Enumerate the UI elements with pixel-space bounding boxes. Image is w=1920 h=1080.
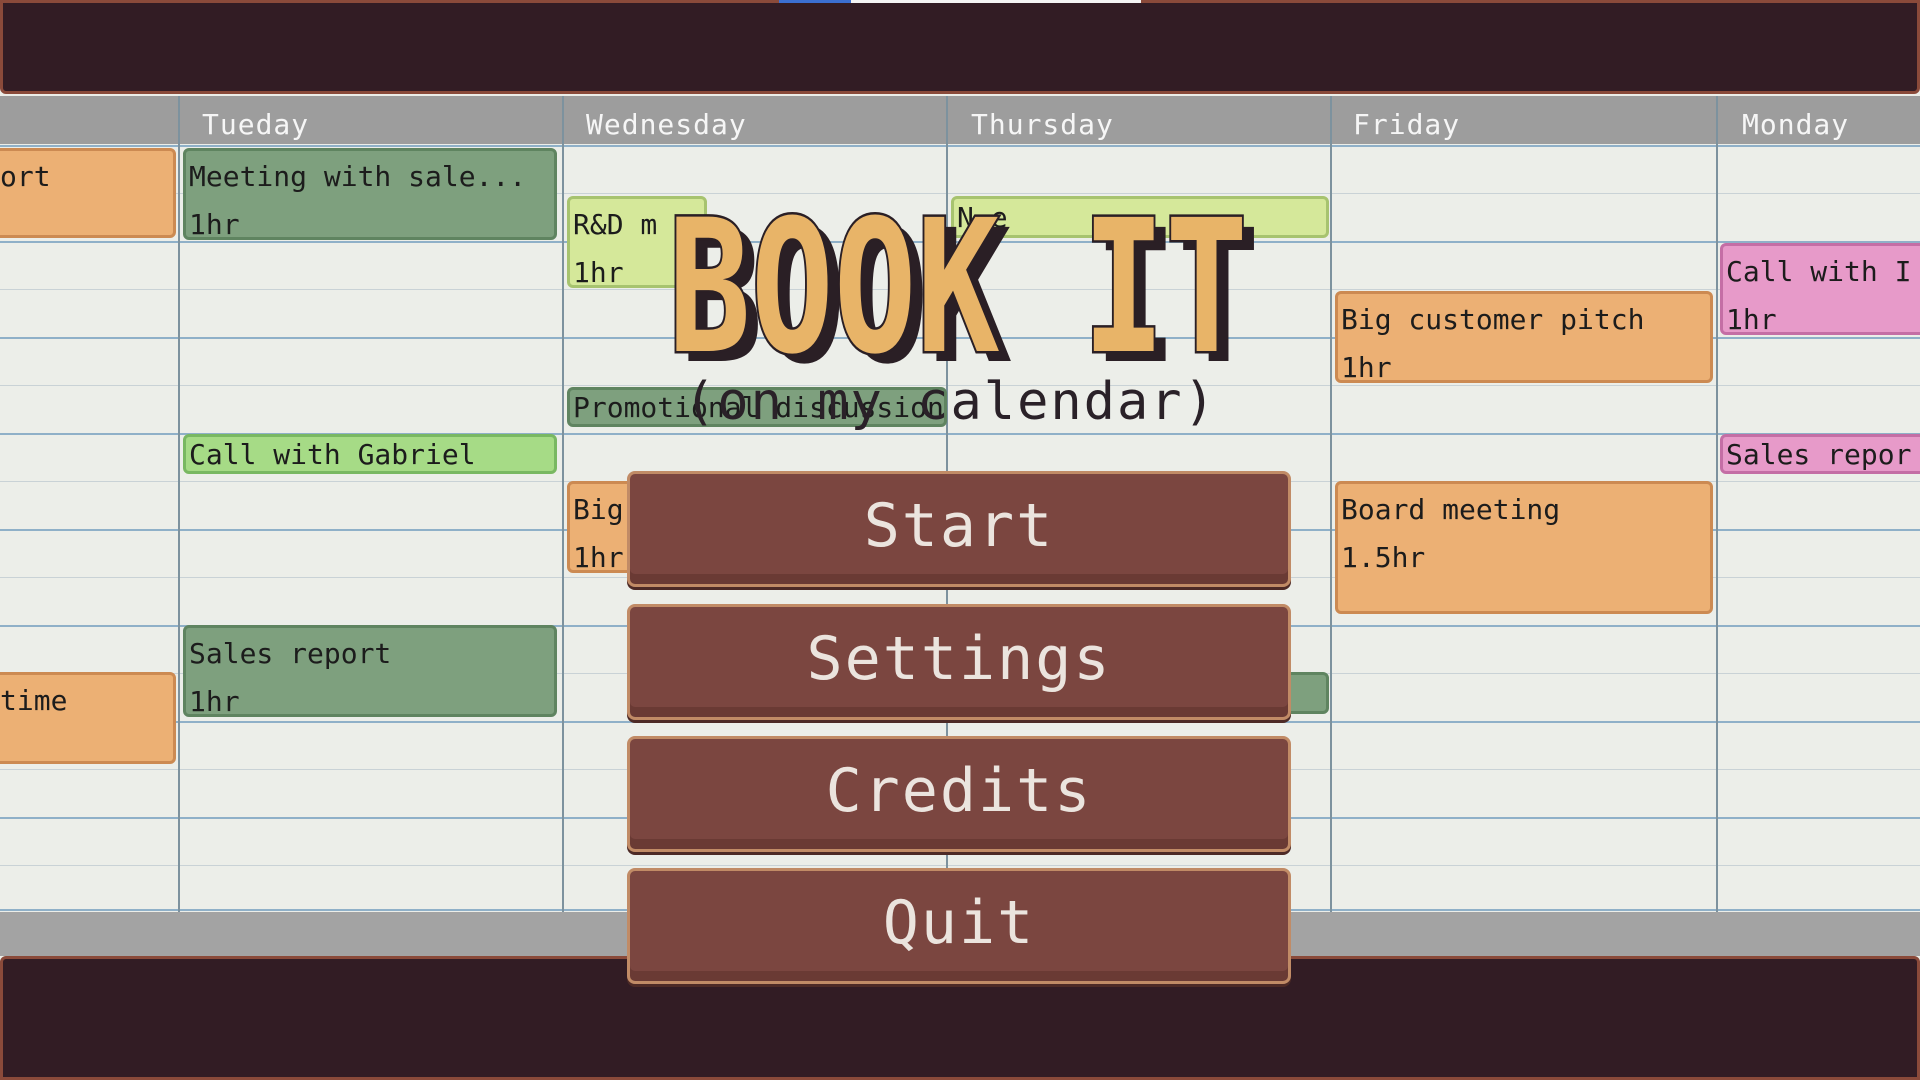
loading-progress-bar <box>779 0 1141 3</box>
event-title: Sales repor <box>1726 438 1912 471</box>
event-card[interactable]: Big customer pitch 1hr <box>1335 291 1713 383</box>
event-title: Big customer pitch <box>1341 303 1645 336</box>
event-card[interactable]: Meeting with sale... 1hr <box>183 148 557 240</box>
event-duration: 1.5hr <box>1341 541 1426 574</box>
progress-track <box>851 0 1141 3</box>
event-title: time <box>0 684 68 717</box>
event-title: ort <box>0 160 51 193</box>
event-card[interactable]: time <box>0 672 176 764</box>
quit-button[interactable]: Quit <box>627 868 1291 984</box>
event-title: Meeting with sale... <box>189 160 527 193</box>
day-header-thursday: Thursday <box>971 108 1114 141</box>
day-header-tuesday: Tueday <box>202 108 310 141</box>
event-card[interactable]: Call with Gabriel <box>183 434 557 474</box>
event-card[interactable]: Sales report 1hr <box>183 625 557 717</box>
progress-fill <box>779 0 851 3</box>
event-duration: 1hr <box>189 208 240 240</box>
event-duration: 1hr <box>1726 303 1777 335</box>
event-card[interactable]: Board meeting 1.5hr <box>1335 481 1713 614</box>
credits-button[interactable]: Credits <box>627 736 1291 852</box>
logo-title: BOOK IT <box>668 185 1248 375</box>
day-header-friday: Friday <box>1353 108 1461 141</box>
event-duration: 1hr <box>573 541 624 573</box>
day-header-monday: Monday <box>1742 108 1850 141</box>
start-button[interactable]: Start <box>627 471 1291 587</box>
event-title: Call with Gabriel <box>189 438 476 471</box>
game-logo: BOOK IT BOOK IT <box>666 185 1259 375</box>
event-duration: 1hr <box>189 685 240 717</box>
settings-button[interactable]: Settings <box>627 604 1291 720</box>
event-title: Big <box>573 493 624 526</box>
event-title: Board meeting <box>1341 493 1561 526</box>
logo-subtitle: (on my calendar) <box>684 372 1217 432</box>
event-duration: 1hr <box>1341 351 1392 383</box>
event-card[interactable]: Call with I 1hr <box>1720 243 1920 335</box>
event-title: Sales report <box>189 637 392 670</box>
event-title: Call with I <box>1726 255 1912 288</box>
top-frame-bar <box>0 0 1920 94</box>
event-card[interactable]: ort <box>0 148 176 238</box>
event-card[interactable]: Sales repor <box>1720 434 1920 474</box>
day-header-wednesday: Wednesday <box>586 108 747 141</box>
